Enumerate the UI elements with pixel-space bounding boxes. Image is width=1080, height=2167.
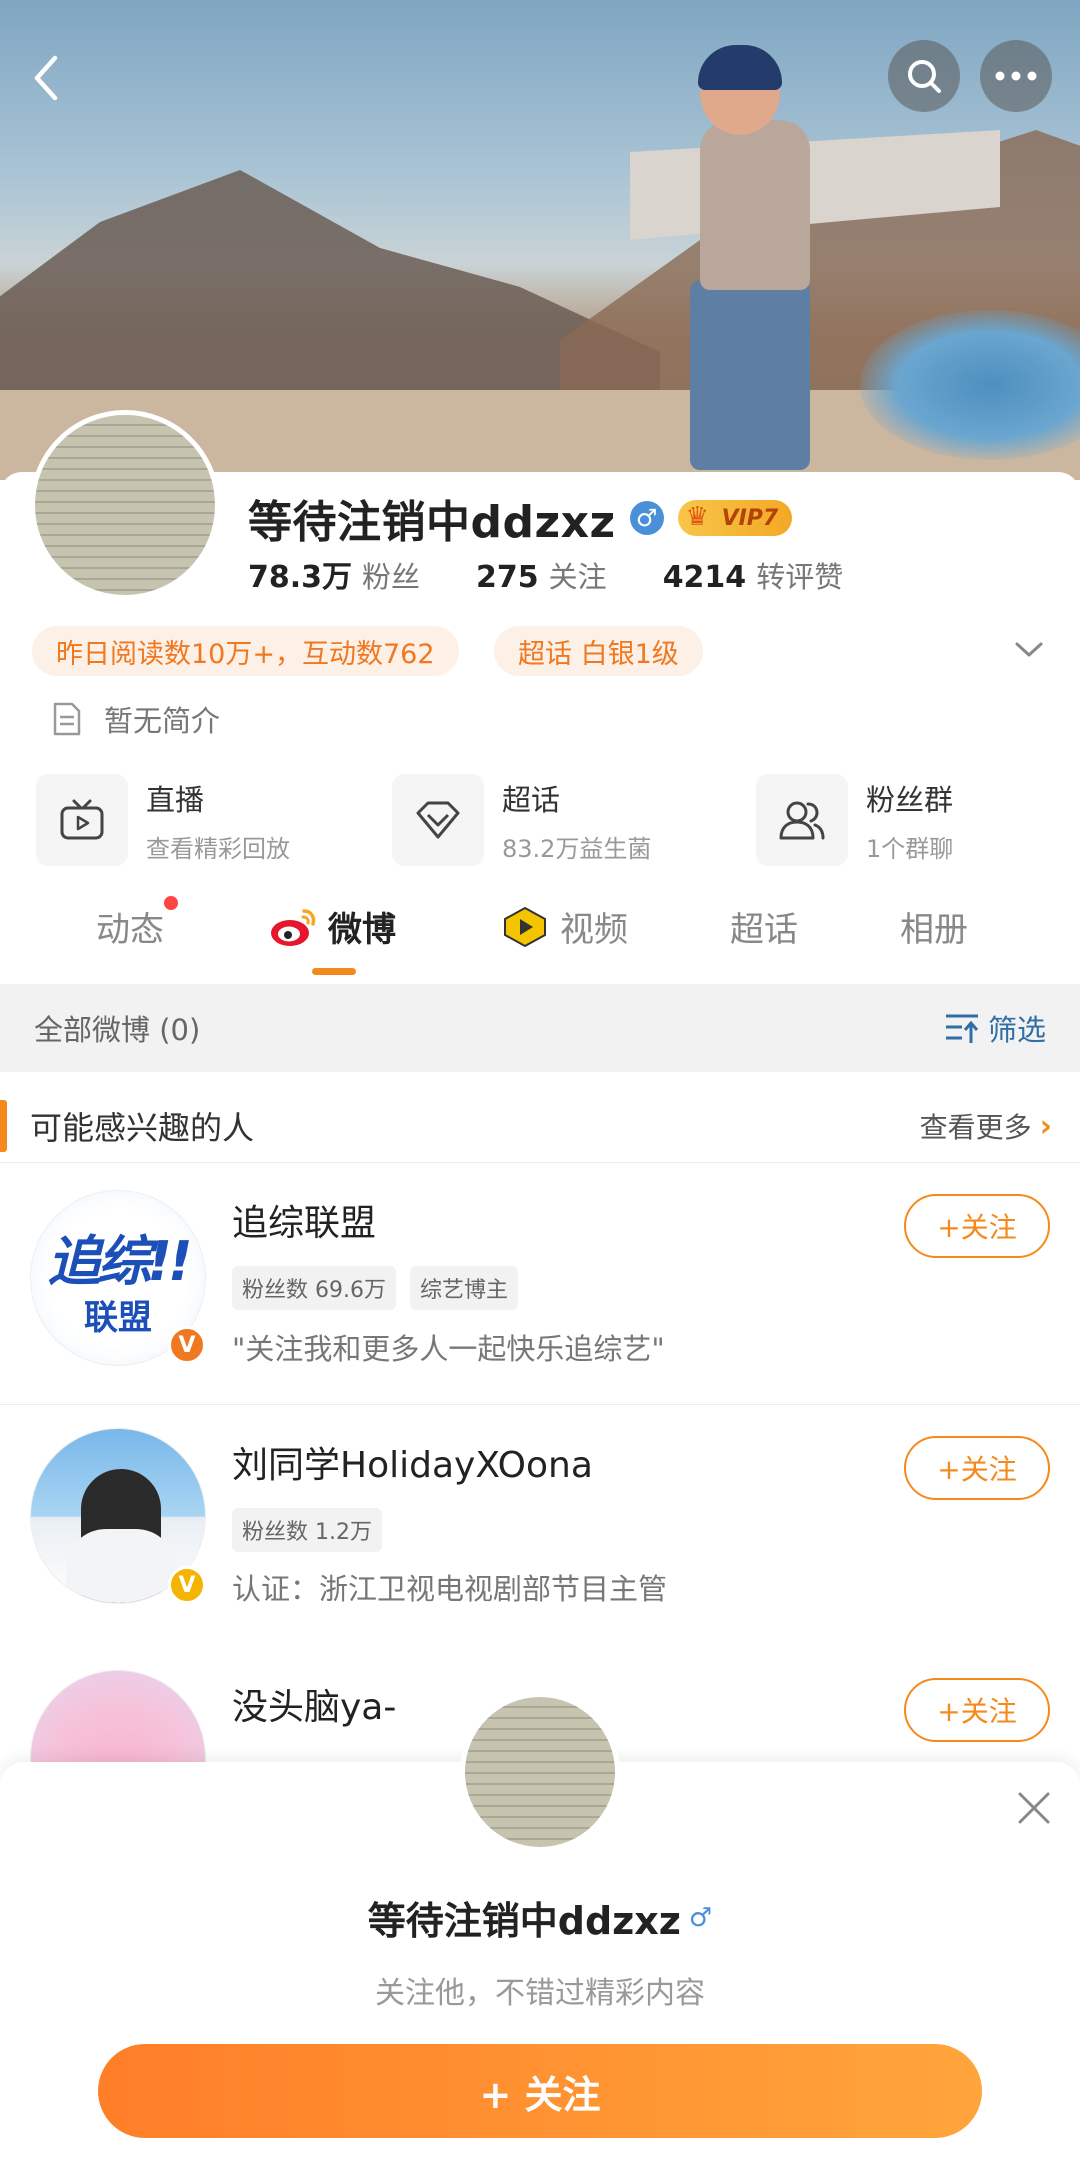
profile-name-row: 等待注销中ddzxz ♂ ♛ VIP7 <box>248 490 793 548</box>
expand-chevron-icon[interactable] <box>1014 640 1044 660</box>
supertopic-level-tag[interactable]: 超话 白银1级 <box>494 626 703 676</box>
bio-text: 暂无简介 <box>104 704 221 738</box>
close-icon[interactable] <box>1016 1790 1052 1826</box>
red-dot-badge <box>164 896 178 910</box>
stat-label: 粉丝 <box>362 560 421 594</box>
back-button[interactable] <box>22 50 70 106</box>
more-button[interactable] <box>980 40 1052 112</box>
user-description: 认证：浙江卫视电视剧部节目主管 <box>232 1572 668 1606</box>
see-more-label: 查看更多 <box>919 1111 1032 1144</box>
user-tag: 粉丝数 1.2万 <box>232 1508 382 1552</box>
group-icon <box>756 774 848 866</box>
weibo-count: 全部微博 (0) <box>34 1013 201 1047</box>
cover-kid <box>700 120 810 290</box>
verified-v-icon: V <box>168 1326 206 1364</box>
stat-fans[interactable]: 78.3万 粉丝 <box>248 552 420 596</box>
tab-label: 超话 <box>730 910 798 950</box>
tab-album[interactable]: 相册 <box>900 902 968 951</box>
search-button[interactable] <box>888 40 960 112</box>
sheet-avatar <box>460 1692 620 1852</box>
stat-label: 关注 <box>548 560 607 594</box>
reading-stats-tag[interactable]: 昨日阅读数10万+，互动数762 <box>32 626 459 676</box>
sheet-user-name: 等待注销中ddzxz <box>367 1899 681 1943</box>
male-gender-icon: ♂ <box>688 1902 713 1933</box>
profile-tabs: 动态 微博 视频 超话 相册 <box>0 880 1080 980</box>
active-tab-indicator <box>312 968 356 975</box>
tab-label: 视频 <box>560 910 628 950</box>
follow-button[interactable]: +关注 <box>904 1436 1050 1500</box>
verified-v-icon: V <box>168 1566 206 1604</box>
document-icon <box>53 702 81 736</box>
user-name[interactable]: 刘同学HolidayXOona <box>232 1436 593 1488</box>
suggested-users-header: 可能感兴趣的人 查看更多 › <box>0 1088 1080 1164</box>
stat-number: 275 <box>476 560 539 595</box>
avatar-person <box>66 1529 176 1603</box>
feature-supertopic[interactable]: 超话 83.2万益生菌 <box>392 774 651 866</box>
back-arrow-icon <box>34 55 58 101</box>
follow-button[interactable]: +关注 <box>904 1194 1050 1258</box>
user-tags: 粉丝数 1.2万 <box>232 1508 396 1552</box>
tab-label: 微博 <box>328 910 396 950</box>
search-icon <box>908 60 941 93</box>
user-tags: 粉丝数 69.6万 综艺博主 <box>232 1266 532 1310</box>
video-hexagon-icon <box>504 906 546 947</box>
stat-number: 4214 <box>662 560 747 595</box>
chevron-right-icon: › <box>1039 1108 1052 1144</box>
diamond-icon <box>392 774 484 866</box>
sheet-user-name-row: 等待注销中ddzxz ♂ <box>0 1890 1080 1945</box>
user-description: "关注我和更多人一起快乐追综艺" <box>232 1332 665 1366</box>
filter-label: 筛选 <box>987 1013 1046 1047</box>
user-tag: 综艺博主 <box>409 1266 518 1310</box>
avatar-logo-text: 联盟 <box>84 1298 152 1338</box>
feature-subtitle: 查看精彩回放 <box>146 834 290 863</box>
tab-weibo[interactable]: 微博 <box>268 902 396 951</box>
profile-bio: 暂无简介 <box>52 696 220 742</box>
cover-kid <box>698 45 782 90</box>
tab-feed[interactable]: 动态 <box>96 896 178 951</box>
avatar-image <box>465 1697 615 1847</box>
divider <box>0 1162 1080 1163</box>
feature-title: 粉丝群 <box>866 782 954 817</box>
feature-title: 超话 <box>502 782 561 817</box>
user-tag: 粉丝数 69.6万 <box>232 1266 396 1310</box>
feature-live[interactable]: 直播 查看精彩回放 <box>36 774 290 866</box>
more-dots-icon <box>995 71 1037 81</box>
weibo-filter-bar: 全部微博 (0) 筛选 <box>0 984 1080 1072</box>
avatar-image <box>35 415 215 595</box>
follow-button[interactable]: +关注 <box>904 1678 1050 1742</box>
filter-icon <box>945 1014 979 1043</box>
divider <box>0 1404 1080 1405</box>
feature-fan-group[interactable]: 粉丝群 1个群聊 <box>756 774 953 866</box>
cover-kid <box>690 280 810 470</box>
stat-interactions[interactable]: 4214 转评赞 <box>663 554 844 596</box>
feature-subtitle: 1个群聊 <box>866 834 954 863</box>
user-name[interactable]: 追综联盟 <box>232 1194 376 1246</box>
vip-badge[interactable]: ♛ VIP7 <box>677 500 793 536</box>
stat-following[interactable]: 275 关注 <box>476 554 607 596</box>
tab-label: 相册 <box>900 910 968 950</box>
tv-play-icon <box>36 774 128 866</box>
filter-button[interactable]: 筛选 <box>944 1007 1046 1049</box>
feature-subtitle: 83.2万益生菌 <box>502 834 652 863</box>
see-more-link[interactable]: 查看更多 › <box>920 1106 1052 1146</box>
tab-video[interactable]: 视频 <box>502 902 628 951</box>
feature-title: 直播 <box>146 782 205 817</box>
stat-number: 78.3万 <box>248 560 353 595</box>
sheet-follow-button[interactable]: + 关注 <box>98 2044 982 2138</box>
crown-icon: ♛ <box>685 502 709 532</box>
avatar-logo-text: 追综!! <box>47 1230 192 1293</box>
tab-supertopic[interactable]: 超话 <box>730 902 798 951</box>
weibo-logo-icon <box>271 908 316 946</box>
tab-label: 动态 <box>96 910 164 950</box>
profile-name: 等待注销中ddzxz <box>248 497 616 548</box>
vip-label: VIP7 <box>721 505 779 531</box>
profile-stats: 78.3万 粉丝 275 关注 4214 转评赞 <box>248 552 899 596</box>
profile-avatar[interactable] <box>30 410 220 600</box>
male-gender-icon: ♂ <box>629 501 664 535</box>
stat-label: 转评赞 <box>756 560 844 594</box>
user-name[interactable]: 没头脑ya- <box>232 1678 396 1730</box>
suggested-user-item[interactable]: V 刘同学HolidayXOona 粉丝数 1.2万 认证：浙江卫视电视剧部节目… <box>0 1412 1080 1606</box>
sheet-subtitle: 关注他，不错过精彩内容 <box>375 1976 705 2011</box>
section-title: 可能感兴趣的人 <box>30 1109 255 1147</box>
